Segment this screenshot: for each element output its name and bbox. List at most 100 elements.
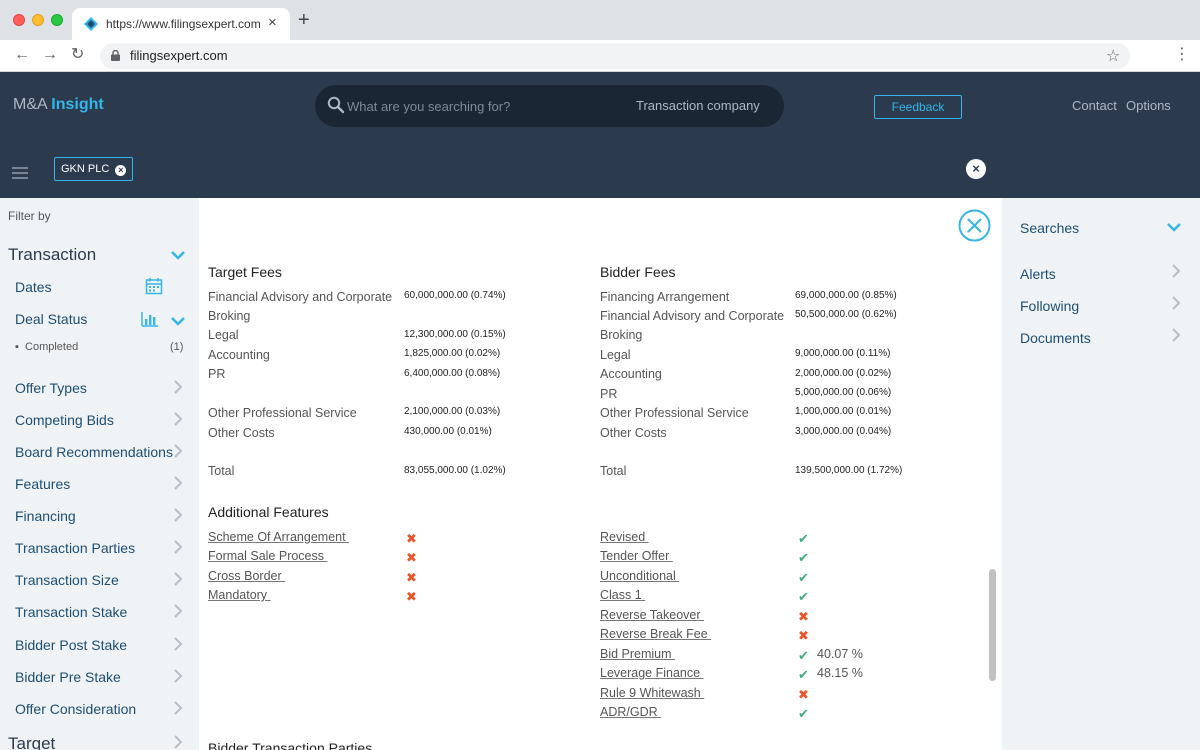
browser-tab-strip: https://www.filingsexpert.com/ × + xyxy=(0,0,1200,40)
clear-filters-icon[interactable]: × xyxy=(966,159,986,179)
target-fee-label: Legal xyxy=(208,328,239,342)
tab-close-icon[interactable]: × xyxy=(268,15,277,31)
feature-link[interactable]: Reverse Break Fee xyxy=(600,627,711,641)
chevron-right-icon[interactable] xyxy=(172,669,184,683)
bidder-fee-value: 9,000,000.00 (0.11%) xyxy=(795,348,891,359)
browser-tab[interactable]: https://www.filingsexpert.com/ × xyxy=(72,8,290,40)
search-bar: Transaction company xyxy=(315,85,784,127)
target-fees-title: Target Fees xyxy=(208,264,282,280)
chevron-right-icon[interactable] xyxy=(172,412,184,426)
target-fee-label: Other Costs xyxy=(208,426,275,440)
sidebar-item-features[interactable]: Features xyxy=(15,476,70,492)
minimize-window-button[interactable] xyxy=(32,14,44,26)
options-link[interactable]: Options xyxy=(1126,98,1171,113)
feature-link[interactable]: ADR/GDR xyxy=(600,705,661,719)
sidebar-item-deal-status[interactable]: Deal Status xyxy=(15,311,87,327)
feature-link[interactable]: Leverage Finance xyxy=(600,666,704,680)
sidebar-item-transaction-stake[interactable]: Transaction Stake xyxy=(15,604,127,620)
chevron-right-icon[interactable] xyxy=(172,508,184,522)
address-bar[interactable]: filingsexpert.com ☆ xyxy=(100,43,1130,69)
sidebar-item-following[interactable]: Following xyxy=(1020,298,1079,314)
browser-menu-icon[interactable]: ⋮ xyxy=(1174,45,1190,65)
sidebar-item-offer-types[interactable]: Offer Types xyxy=(15,380,87,396)
content-scrollbar[interactable] xyxy=(989,569,996,681)
app-logo[interactable]: M&A Insight xyxy=(13,96,104,114)
feature-link[interactable]: Bid Premium xyxy=(600,647,675,661)
calendar-icon[interactable] xyxy=(145,277,163,295)
sidebar-item-transaction-parties[interactable]: Transaction Parties xyxy=(15,540,135,556)
contact-link[interactable]: Contact xyxy=(1072,98,1117,113)
bookmark-star-icon[interactable]: ☆ xyxy=(1106,46,1120,66)
sidebar-item-competing-bids[interactable]: Competing Bids xyxy=(15,412,114,428)
feature-link[interactable]: Reverse Takeover xyxy=(600,608,704,622)
search-scope-select[interactable]: Transaction company xyxy=(636,98,760,113)
feedback-button[interactable]: Feedback xyxy=(874,95,962,119)
feature-link[interactable]: Cross Border xyxy=(208,569,285,583)
chevron-right-icon[interactable] xyxy=(1170,264,1182,278)
feature-link[interactable]: Rule 9 Whitewash xyxy=(600,686,704,700)
bar-chart-icon[interactable] xyxy=(141,310,159,328)
feature-link[interactable]: Class 1 xyxy=(600,588,645,602)
chevron-right-icon[interactable] xyxy=(1170,296,1182,310)
chevron-right-icon[interactable] xyxy=(172,604,184,618)
forward-icon[interactable]: → xyxy=(42,45,58,65)
sidebar-item-offer-consideration[interactable]: Offer Consideration xyxy=(15,701,136,717)
url-text: filingsexpert.com xyxy=(130,48,228,63)
filter-sidebar: Filter by Transaction Dates Deal Status … xyxy=(0,198,199,750)
target-fee-value: 12,300,000.00 (0.15%) xyxy=(404,329,506,340)
target-section-title[interactable]: Target xyxy=(8,734,55,750)
browser-toolbar: ← → ↻ filingsexpert.com ☆ ⋮ xyxy=(0,40,1200,72)
check-icon: ✔ xyxy=(798,589,809,604)
feature-link[interactable]: Scheme Of Arrangement xyxy=(208,530,349,544)
chevron-down-icon[interactable] xyxy=(170,315,186,327)
chevron-right-icon[interactable] xyxy=(172,735,184,749)
chip-remove-icon[interactable]: × xyxy=(115,165,127,176)
reload-icon[interactable]: ↻ xyxy=(71,45,84,65)
target-fee-label: Other Professional Service xyxy=(208,406,357,420)
chevron-down-icon[interactable] xyxy=(1166,221,1182,233)
sidebar-item-board-recommendations[interactable]: Board Recommendations xyxy=(15,444,173,460)
new-tab-button[interactable]: + xyxy=(298,10,310,30)
bidder-fee-value: 50,500,000.00 (0.62%) xyxy=(795,309,897,320)
bidder-transaction-parties-title: Bidder Transaction Parties xyxy=(208,740,373,750)
feature-link[interactable]: Tender Offer xyxy=(600,549,673,563)
sidebar-item-bidder-pre-stake[interactable]: Bidder Pre Stake xyxy=(15,669,121,685)
chevron-right-icon[interactable] xyxy=(172,701,184,715)
chevron-right-icon[interactable] xyxy=(172,540,184,554)
chevron-right-icon[interactable] xyxy=(172,476,184,490)
sidebar-item-dates[interactable]: Dates xyxy=(15,279,52,295)
bidder-fee-label: Broking xyxy=(600,328,643,342)
search-icon[interactable] xyxy=(327,96,345,114)
deal-detail-panel: Target Fees Financial Advisory and Corpo… xyxy=(199,198,1002,750)
feature-link[interactable]: Revised xyxy=(600,530,649,544)
sidebar-item-bidder-post-stake[interactable]: Bidder Post Stake xyxy=(15,637,127,653)
target-fee-value: 2,100,000.00 (0.03%) xyxy=(404,406,501,417)
sidebar-item-documents[interactable]: Documents xyxy=(1020,330,1091,346)
active-filter-chip[interactable]: GKN PLC × xyxy=(54,157,134,181)
chevron-right-icon[interactable] xyxy=(1170,328,1182,342)
sidebar-item-alerts[interactable]: Alerts xyxy=(1020,266,1056,282)
target-fee-label: PR xyxy=(208,367,226,381)
back-icon[interactable]: ← xyxy=(14,45,30,65)
check-icon: ✔ xyxy=(798,570,809,585)
chevron-right-icon[interactable] xyxy=(172,380,184,394)
bidder-fee-label: Legal xyxy=(600,348,631,362)
chevron-down-icon[interactable] xyxy=(170,249,186,261)
sidebar-item-transaction-size[interactable]: Transaction Size xyxy=(15,572,119,588)
sidebar-item-searches[interactable]: Searches xyxy=(1020,220,1079,236)
close-panel-icon[interactable] xyxy=(958,209,991,242)
menu-hamburger-icon[interactable] xyxy=(12,167,28,180)
sidebar-item-financing[interactable]: Financing xyxy=(15,508,76,524)
close-window-button[interactable] xyxy=(13,14,25,26)
chevron-right-icon[interactable] xyxy=(172,572,184,586)
feature-link[interactable]: Mandatory xyxy=(208,588,271,602)
maximize-window-button[interactable] xyxy=(51,14,63,26)
search-input[interactable] xyxy=(347,95,617,117)
chevron-right-icon[interactable] xyxy=(172,637,184,651)
target-fee-label: Financial Advisory and Corporate xyxy=(208,290,393,304)
deal-status-option-completed[interactable]: ▪ Completed xyxy=(15,341,78,353)
chevron-right-icon[interactable] xyxy=(172,444,184,458)
feature-link[interactable]: Unconditional xyxy=(600,569,679,583)
feature-link[interactable]: Formal Sale Process xyxy=(208,549,327,563)
transaction-section-title[interactable]: Transaction xyxy=(8,245,96,265)
